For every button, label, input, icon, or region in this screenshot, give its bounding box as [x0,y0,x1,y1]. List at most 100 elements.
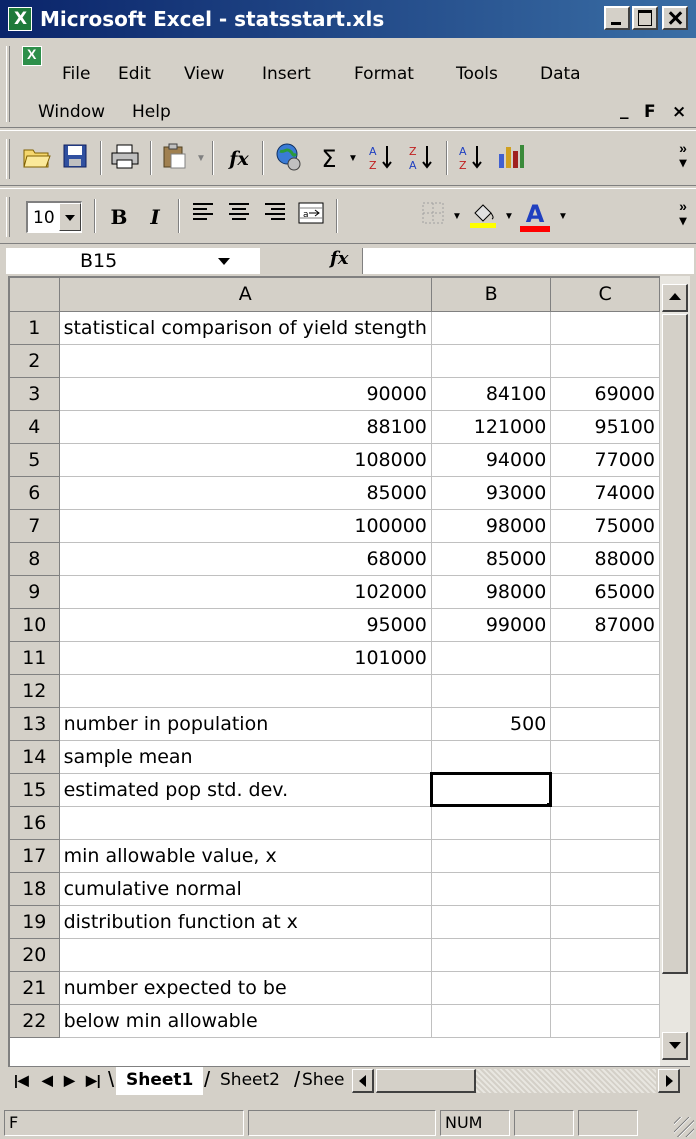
cell-c6[interactable]: 74000 [550,476,660,510]
row-header[interactable]: 7 [10,509,60,543]
menu-insert[interactable]: Insert [262,64,311,84]
tab-sheet1[interactable]: Sheet1 [116,1067,204,1095]
cell-a10[interactable]: 95000 [59,608,432,642]
cell-c4[interactable]: 95100 [550,410,660,444]
row-header[interactable]: 16 [10,806,60,840]
cell-c2[interactable] [550,344,660,378]
cell-c10[interactable]: 87000 [550,608,660,642]
align-right-icon[interactable] [258,200,292,234]
cell-b12[interactable] [431,674,552,708]
menu-data[interactable]: Data [540,64,581,84]
menu-file[interactable]: File [62,64,90,84]
cell-a1[interactable]: statistical comparison of yield stength [59,311,432,345]
menu-help[interactable]: Help [132,102,171,122]
cell-c12[interactable] [550,674,660,708]
cell-b6[interactable]: 93000 [431,476,552,510]
cell-a9[interactable]: 102000 [59,575,432,609]
cell-b16[interactable] [431,806,552,840]
chart-icon[interactable] [494,142,528,176]
align-center-icon[interactable] [222,200,256,234]
cell-c13[interactable] [550,707,660,741]
menu-view[interactable]: View [184,64,224,84]
insert-function-icon[interactable]: fx [330,248,348,269]
select-all-corner[interactable] [10,278,60,312]
scroll-left-icon[interactable] [352,1069,374,1093]
doc-minimize-button[interactable]: _ [620,100,629,120]
font-color-dropdown-icon[interactable]: ▼ [556,200,570,234]
column-header-c[interactable]: C [550,278,660,312]
cell-a16[interactable] [59,806,432,840]
row-header[interactable]: 22 [10,1004,60,1038]
cell-b19[interactable] [431,905,552,939]
menu-edit[interactable]: Edit [118,64,151,84]
toolbar-grip[interactable] [6,139,10,179]
cell-c8[interactable]: 88000 [550,542,660,576]
autosum-dropdown-icon[interactable]: ▼ [346,142,360,176]
cell-b21[interactable] [431,971,552,1005]
cell-a19[interactable]: distribution function at x [59,905,432,939]
cell-c1[interactable] [550,311,660,345]
menu-tools[interactable]: Tools [456,64,498,84]
row-header[interactable]: 21 [10,971,60,1005]
row-header[interactable]: 9 [10,575,60,609]
cell-b3[interactable]: 84100 [431,377,552,411]
paste-icon[interactable] [158,142,192,176]
borders-icon[interactable] [416,200,450,234]
cell-b9[interactable]: 98000 [431,575,552,609]
cell-a7[interactable]: 100000 [59,509,432,543]
column-header-b[interactable]: B [431,278,552,312]
cell-c14[interactable] [550,740,660,774]
minimize-button[interactable] [604,6,630,30]
cell-a13[interactable]: number in population [59,707,432,741]
cell-b17[interactable] [431,839,552,873]
menu-grip[interactable] [6,46,10,122]
cell-b10[interactable]: 99000 [431,608,552,642]
scroll-right-icon[interactable] [658,1069,680,1093]
cell-c18[interactable] [550,872,660,906]
cell-a3[interactable]: 90000 [59,377,432,411]
cell-a18[interactable]: cumulative normal [59,872,432,906]
cell-a21[interactable]: number expected to be [59,971,432,1005]
tab-sheet2[interactable]: Sheet2 [210,1067,290,1095]
font-color-icon[interactable]: A [518,200,552,234]
row-header[interactable]: 5 [10,443,60,477]
cell-a22[interactable]: below min allowable [59,1004,432,1038]
cell-b8[interactable]: 85000 [431,542,552,576]
row-header[interactable]: 18 [10,872,60,906]
row-header[interactable]: 14 [10,740,60,774]
row-header[interactable]: 11 [10,641,60,675]
chevron-down-icon[interactable] [59,203,81,231]
row-header[interactable]: 20 [10,938,60,972]
cell-b7[interactable]: 98000 [431,509,552,543]
cell-c17[interactable] [550,839,660,873]
scroll-thumb[interactable] [662,314,688,974]
sort-descending-icon[interactable]: ZA [404,142,438,176]
next-sheet-icon[interactable]: ▶ [64,1072,75,1089]
first-sheet-icon[interactable]: |◀ [14,1072,29,1089]
tab-sheet3[interactable]: Shee [298,1067,350,1095]
cell-c19[interactable] [550,905,660,939]
save-icon[interactable] [58,142,92,176]
cell-a4[interactable]: 88100 [59,410,432,444]
close-button[interactable] [662,6,688,30]
cell-a12[interactable] [59,674,432,708]
cell-b22[interactable] [431,1004,552,1038]
scroll-down-icon[interactable] [662,1032,688,1060]
cell-a5[interactable]: 108000 [59,443,432,477]
horizontal-scroll-thumb[interactable] [376,1069,476,1093]
cell-b13[interactable]: 500 [431,707,552,741]
row-header[interactable]: 12 [10,674,60,708]
cell-c15[interactable] [550,773,660,807]
sort-ascending-icon[interactable]: AZ [364,142,398,176]
fill-color-dropdown-icon[interactable]: ▼ [502,200,516,234]
row-header[interactable]: 13 [10,707,60,741]
column-header-a[interactable]: A [59,278,432,312]
cell-c11[interactable] [550,641,660,675]
menu-window[interactable]: Window [38,102,105,122]
maximize-button[interactable] [632,6,658,30]
cell-c22[interactable] [550,1004,660,1038]
resize-grip[interactable] [674,1117,694,1137]
cell-a15[interactable]: estimated pop std. dev. [59,773,432,807]
align-left-icon[interactable] [186,200,220,234]
cell-a11[interactable]: 101000 [59,641,432,675]
